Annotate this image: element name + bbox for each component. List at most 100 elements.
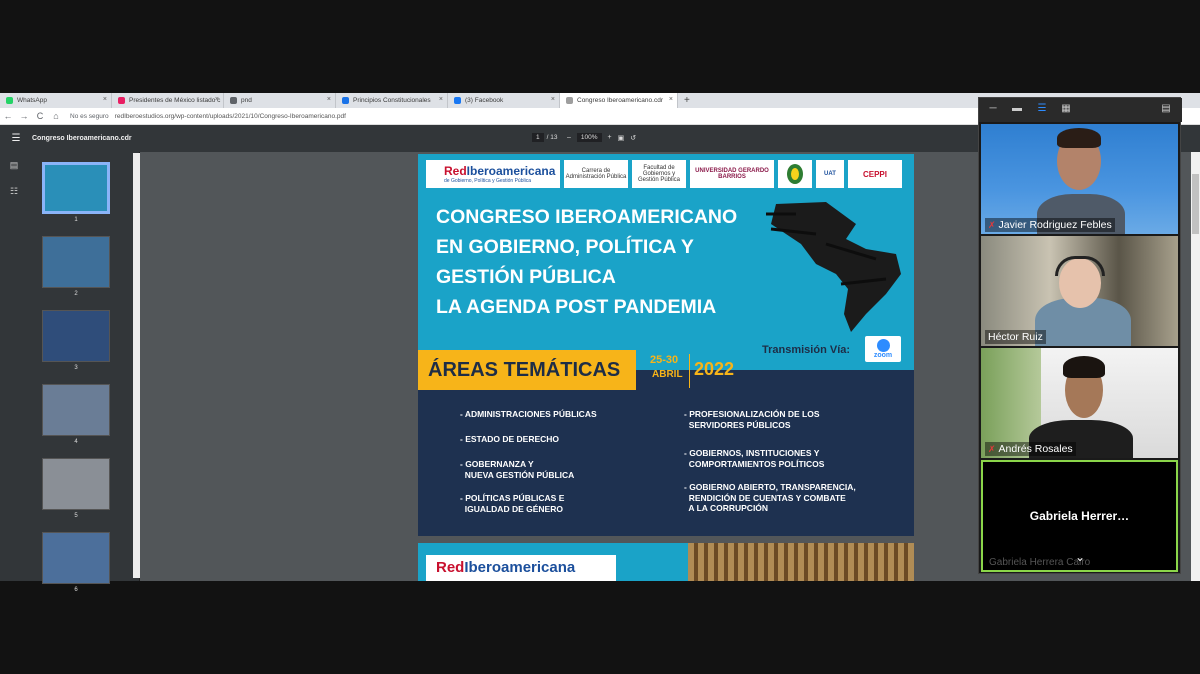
tab-label: pnd	[241, 97, 252, 104]
topic-item: - POLÍTICAS PÚBLICAS E IGUALDAD DE GÉNER…	[460, 493, 564, 514]
page2-photo	[688, 543, 914, 581]
pdf-page-1: RedIberoamericana de Gobierno, Política …	[418, 154, 914, 536]
title-line: LA AGENDA POST PANDEMIA	[436, 296, 717, 318]
zoom-out-button[interactable]: –	[567, 134, 571, 141]
zoom-in-button[interactable]: +	[608, 134, 612, 141]
browser-tab[interactable]: pnd ×	[224, 93, 336, 108]
browser-tab[interactable]: WhatsApp ×	[0, 93, 112, 108]
thumbnails-icon[interactable]: ▤	[0, 152, 28, 178]
browser-tab[interactable]: Principios Constitucionales ×	[336, 93, 448, 108]
page-indicator: 1 / 13	[532, 133, 557, 142]
speaker-display-name: Gabriela Herrer…	[1029, 509, 1130, 523]
close-tab-icon[interactable]: ×	[669, 96, 673, 103]
page-thumbnail[interactable]	[42, 236, 110, 288]
logo-ibero-subtitle: de Gobierno, Política y Gestión Pública	[444, 178, 531, 184]
fit-page-icon[interactable]: ▣	[618, 134, 625, 142]
topic-line: - ESTADO DE DERECHO	[460, 434, 560, 444]
close-tab-icon[interactable]: ×	[215, 96, 219, 103]
menu-icon[interactable]: ☰	[0, 133, 32, 144]
participant-hair	[1057, 128, 1101, 148]
areas-title: ÁREAS TEMÁTICAS	[418, 350, 636, 390]
title-line: CONGRESO IBEROAMERICANO	[436, 206, 738, 228]
browser-tab[interactable]: (3) Facebook ×	[448, 93, 560, 108]
topic-line: - ADMINISTRACIONES PÚBLICAS	[460, 409, 597, 419]
speaker-view-icon[interactable]: ☰	[1036, 103, 1048, 115]
title-line: GESTIÓN PÚBLICA	[436, 266, 616, 288]
participant-name-tag: Héctor Ruiz	[985, 330, 1046, 344]
page-total: / 13	[546, 134, 558, 141]
page2-logo-red: Red	[436, 559, 465, 576]
thumbnail-page-number: 2	[74, 291, 78, 297]
gallery-view-icon[interactable]: ▦	[1060, 103, 1072, 115]
unl-logo: Carrera de Administración Pública	[564, 160, 628, 188]
tab-favicon-icon	[118, 97, 125, 104]
faculty-logo: Facultad de Gobiernos y Gestión Pública	[632, 160, 686, 188]
home-icon[interactable]: ⌂	[48, 111, 64, 121]
scrollbar-thumb[interactable]	[1192, 174, 1199, 234]
transmission-label: Transmisión Vía:	[762, 344, 851, 356]
seal-logo	[778, 160, 812, 188]
page2-logo: RedIberoamericana	[426, 555, 616, 581]
browser-tab[interactable]: Presidentes de México listado c ×	[112, 93, 224, 108]
muted-mic-icon: ✗	[988, 443, 996, 454]
close-tab-icon[interactable]: ×	[439, 96, 443, 103]
dates-divider	[689, 354, 690, 388]
muted-mic-icon: ✗	[988, 219, 996, 230]
tab-label: WhatsApp	[17, 97, 47, 104]
topic-line: RENDICIÓN DE CUENTAS Y COMBATE	[684, 492, 846, 503]
page-thumbnail[interactable]	[42, 162, 110, 214]
close-tab-icon[interactable]: ×	[551, 96, 555, 103]
new-tab-button[interactable]: +	[678, 95, 696, 106]
topic-line: SERVIDORES PÚBLICOS	[684, 419, 791, 430]
tab-favicon-icon	[342, 97, 349, 104]
topic-line: - GOBERNANZA Y	[460, 459, 534, 469]
latin-america-map-illustration	[766, 202, 901, 332]
topic-item: - GOBIERNOS, INSTITUCIONES Y COMPORTAMIE…	[684, 448, 824, 469]
pdf-page-2: RedIberoamericana	[418, 543, 914, 581]
participant-tile[interactable]: ✗ Andrés Rosales	[981, 348, 1178, 458]
close-tab-icon[interactable]: ×	[103, 96, 107, 103]
event-days: 25-30	[650, 354, 679, 366]
exit-fullscreen-icon[interactable]: ▤	[1160, 103, 1172, 115]
viewer-scrollbar[interactable]	[1191, 152, 1200, 581]
page-thumbnail[interactable]	[42, 384, 110, 436]
tab-favicon-icon	[566, 97, 573, 104]
thumbnail-page-number: 4	[74, 439, 78, 445]
event-year: 2022	[694, 359, 735, 379]
url-field[interactable]: No es seguro redIberoestudios.org/wp-cont…	[70, 113, 346, 120]
participant-name: Javier Rodriguez Febles	[998, 219, 1112, 231]
red-iberoamericana-logo: RedIberoamericana de Gobierno, Política …	[426, 160, 560, 188]
rotate-icon[interactable]: ↺	[630, 134, 636, 142]
participant-tile[interactable]: ✗ Javier Rodriguez Febles	[981, 124, 1178, 234]
document-title: Congreso Iberoamericano.cdr	[32, 135, 132, 142]
tab-label: Presidentes de México listado c	[129, 97, 221, 104]
zoom-level-input[interactable]: 100%	[576, 133, 602, 142]
active-speaker-tile[interactable]: Gabriela Herrer… Gabriela Herrera Cairo …	[981, 460, 1178, 572]
title-line: EN GOBIERNO, POLÍTICA Y	[436, 236, 694, 258]
participant-name-tag: ✗ Andrés Rosales	[985, 442, 1076, 456]
tab-label: (3) Facebook	[465, 97, 504, 104]
reload-icon[interactable]: C	[32, 111, 48, 121]
tab-favicon-icon	[6, 97, 13, 104]
tab-label: Principios Constitucionales	[353, 97, 431, 104]
participant-tile[interactable]: Héctor Ruiz	[981, 236, 1178, 346]
outline-icon[interactable]: ☷	[0, 178, 28, 204]
page-thumbnail[interactable]	[42, 532, 110, 584]
back-icon[interactable]: ←	[0, 111, 16, 121]
minimize-icon[interactable]: ─	[987, 103, 999, 115]
tab-label: Congreso Iberoamericano.cdr	[577, 97, 663, 104]
browser-tab[interactable]: Congreso Iberoamericano.cdr ×	[560, 93, 678, 108]
page-number-input[interactable]: 1	[532, 133, 544, 142]
zoom-video-panel: ─ ▬ ☰ ▦ ▤ ✗ Javier Rodriguez Febles Hécto…	[978, 97, 1182, 574]
page-thumbnail[interactable]	[42, 310, 110, 362]
chevron-down-icon[interactable]: ⌄	[1075, 550, 1085, 564]
thumbnail-page-number: 3	[74, 365, 78, 371]
forward-icon[interactable]: →	[16, 111, 32, 121]
page-thumbnail[interactable]	[42, 458, 110, 510]
thumbnail-scrollbar[interactable]	[133, 153, 140, 578]
zoom-view-toolbar: ─ ▬ ☰ ▦ ▤	[979, 98, 1182, 122]
thumbnail-view-icon[interactable]: ▬	[1011, 103, 1023, 115]
security-label: No es seguro	[70, 112, 109, 120]
pdf-sidebar: ▤ ☷	[0, 152, 28, 581]
close-tab-icon[interactable]: ×	[327, 96, 331, 103]
